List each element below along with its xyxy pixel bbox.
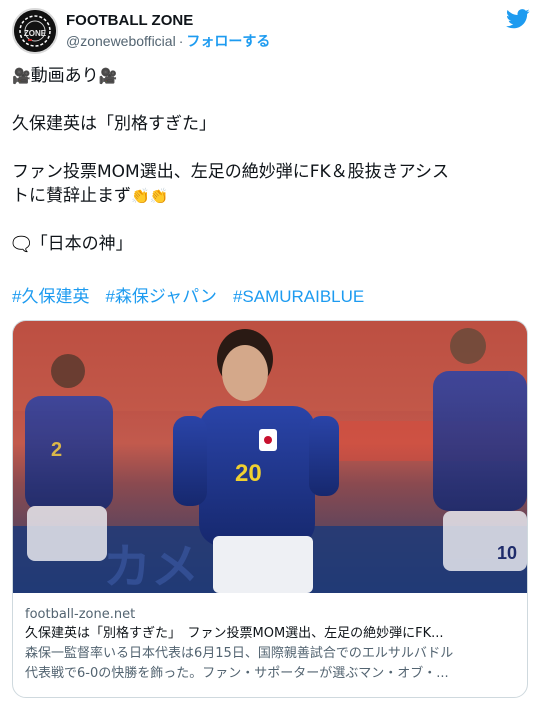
speech-bubble-icon: 🗨️ bbox=[12, 235, 31, 253]
tweet-header: ZONE FOOTBALL ZONE @zonewebofficial · フォロー… bbox=[12, 8, 530, 54]
tweet-line-2: 久保建英は「別格すぎた」 bbox=[12, 114, 216, 134]
hashtag-link[interactable]: #SAMURAIBLUE bbox=[233, 287, 364, 306]
clapping-hands-icon: 👏👏 bbox=[131, 187, 169, 205]
tweet-line-4-text: トに賛辞止まず bbox=[12, 186, 131, 206]
jersey-number-left: 2 bbox=[51, 439, 62, 461]
card-meta: football-zone.net 久保建英は「別格すぎた」 ファン投票MOM選… bbox=[25, 605, 517, 684]
display-name[interactable]: FOOTBALL ZONE bbox=[66, 11, 270, 31]
tweet-line-4: トに賛辞止まず👏👏 bbox=[12, 184, 530, 208]
tweet-line-1: 🎥動画あり🎥 bbox=[12, 64, 530, 88]
link-preview-card[interactable]: カメ 2 10 20 football-zone.net 久保建英は「別格すぎた… bbox=[12, 320, 528, 698]
avatar-logo-text: ZONE bbox=[24, 29, 47, 38]
tweet-body: 🎥動画あり🎥 久保建英は「別格すぎた」 ファン投票MOM選出、左足の絶妙弾にFK… bbox=[12, 64, 530, 256]
tweet-line-5-text: 「日本の神」 bbox=[30, 234, 133, 254]
card-photo: カメ 2 10 20 bbox=[13, 321, 527, 593]
card-description-line-1: 森保一監督率いる日本代表は6月15日、国際親善試合でのエルサルバドル bbox=[25, 646, 454, 661]
twitter-bird-icon[interactable] bbox=[506, 9, 530, 29]
video-camera-icon: 🎥 bbox=[12, 67, 31, 85]
card-description-line-2: 代表戦で6-0の快勝を飾った。ファン・サポーターが選ぶマン・オブ・... bbox=[25, 666, 449, 681]
jersey-number-center: 20 bbox=[235, 460, 262, 487]
follow-button[interactable]: フォローする bbox=[186, 33, 270, 49]
card-domain: football-zone.net bbox=[25, 607, 136, 622]
video-camera-icon: 🎥 bbox=[98, 67, 118, 85]
tweet-line-5: 🗨️「日本の神」 bbox=[12, 232, 530, 256]
jersey-number-right: 10 bbox=[497, 543, 517, 563]
separator: · bbox=[178, 33, 184, 49]
tweet-line-3: ファン投票MOM選出、左足の絶妙弾にFK＆股抜きアシス bbox=[12, 162, 449, 182]
tweet-line-1-text: 動画あり bbox=[30, 66, 99, 86]
hashtag-link[interactable]: #久保建英 bbox=[12, 287, 89, 306]
svg-text:カメ: カメ bbox=[103, 541, 199, 593]
account-info: FOOTBALL ZONE @zonewebofficial · フォローする bbox=[66, 11, 270, 51]
card-title: 久保建英は「別格すぎた」 ファン投票MOM選出、左足の絶妙弾にFK... bbox=[25, 626, 444, 641]
handle-line: @zonewebofficial · フォローする bbox=[66, 31, 270, 51]
avatar[interactable]: ZONE bbox=[12, 8, 58, 54]
handle[interactable]: @zonewebofficial bbox=[66, 33, 176, 49]
hashtag-link[interactable]: #森保ジャパン bbox=[105, 287, 216, 306]
hashtag-row: #久保建英 #森保ジャパン #SAMURAIBLUE bbox=[12, 285, 380, 309]
